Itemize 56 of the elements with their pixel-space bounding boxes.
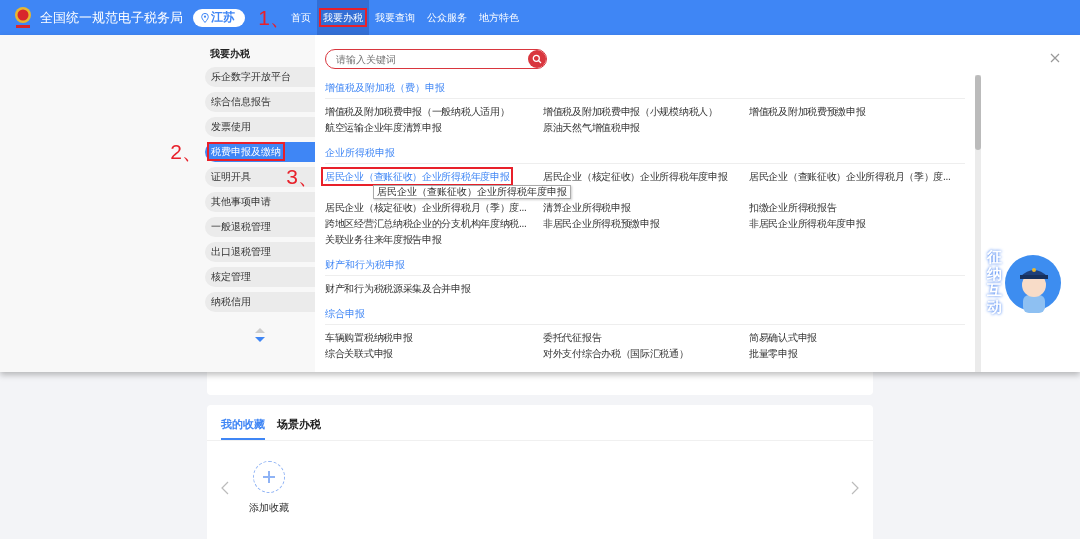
close-button[interactable] [1048,51,1062,65]
menu-link[interactable]: 批量零申报 [749,347,798,360]
menu-link[interactable]: 增值税及附加税费申报（一般纳税人适用） [325,105,510,118]
sidebar-item[interactable]: 核定管理 [205,267,315,287]
site-title: 全国统一规范电子税务局 [40,8,183,27]
nav-tab[interactable]: 公众服务 [421,0,473,35]
favorites-tab[interactable]: 场景办税 [277,415,321,440]
menu-link[interactable]: 非居民企业所得税预缴申报 [543,217,660,230]
menu-link[interactable]: 清算企业所得税申报 [543,201,631,214]
scrollbar[interactable] [975,75,981,372]
section-heading: 企业所得税申报 [325,147,395,158]
search-input[interactable]: 请输入关键词 [334,52,528,66]
search-button[interactable] [528,50,546,68]
nav-tab[interactable]: 我要查询 [369,0,421,35]
add-favorite-button[interactable] [253,461,285,493]
menu-link[interactable]: 原油天然气增值税申报 [543,121,640,134]
plus-icon [262,470,276,484]
emblem-icon [12,4,34,31]
chevron-right-icon[interactable] [851,481,859,495]
menu-link[interactable]: 委托代征报告 [543,331,602,344]
sidebar-title: 我要办税 [209,47,251,61]
chevron-left-icon[interactable] [221,481,229,495]
sidebar-item[interactable]: 一般退税管理 [205,217,315,237]
menu-link[interactable]: 车辆购置税纳税申报 [325,331,413,344]
section-heading: 财产和行为税申报 [325,259,405,270]
sidebar-item[interactable]: 出口退税管理 [205,242,315,262]
menu-link[interactable]: 跨地区经营汇总纳税企业的分支机构年度纳税... [325,217,527,230]
menu-link[interactable]: 扣缴企业所得税报告 [749,201,837,214]
menu-link[interactable]: 增值税及附加税费申报（小规模纳税人） [543,105,718,118]
sidebar-item[interactable]: 纳税信用 [205,292,315,312]
menu-link[interactable]: 增值税及附加税费预缴申报 [749,105,866,118]
sidebar-item[interactable]: 乐企数字开放平台 [205,67,315,87]
section-heading: 综合申报 [325,308,365,319]
menu-link[interactable]: 航空运输企业年度清算申报 [325,121,442,134]
sidebar-item[interactable]: 其他事项申请 [205,192,315,212]
section-heading: 增值税及附加税（费）申报 [325,82,445,93]
close-icon [1048,51,1062,65]
search-icon [532,54,542,64]
nav-tab[interactable]: 地方特色 [473,0,525,35]
menu-link[interactable]: 居民企业（核定征收）企业所得税月（季）度... [325,201,527,214]
annotation-number: 2、 [170,139,203,165]
region-selector[interactable]: 江苏 [193,8,245,27]
menu-link[interactable]: 居民企业（查账征收）企业所得税月（季）度... [749,170,951,198]
menu-link[interactable]: 财产和行为税税源采集及合并申报 [325,282,471,295]
scroll-arrows-icon[interactable] [254,327,266,343]
menu-link[interactable]: 关联业务往来年度报告申报 [325,233,442,246]
sidebar-item[interactable]: 发票使用 [205,117,315,137]
tooltip: 居民企业（查账征收）企业所得税年度申报 [373,185,571,199]
add-favorite-label: 添加收藏 [249,501,289,515]
menu-link[interactable]: 对外支付综合办税（国际汇税通） [543,347,689,360]
favorites-tab[interactable]: 我的收藏 [221,415,265,440]
location-pin-icon [201,12,209,23]
menu-link[interactable]: 综合关联式申报 [325,347,393,360]
menu-link[interactable]: 简易确认式申报 [749,331,817,344]
sidebar-item[interactable]: 综合信息报告 [205,92,315,112]
menu-link[interactable]: 非居民企业所得税年度申报 [749,217,866,230]
